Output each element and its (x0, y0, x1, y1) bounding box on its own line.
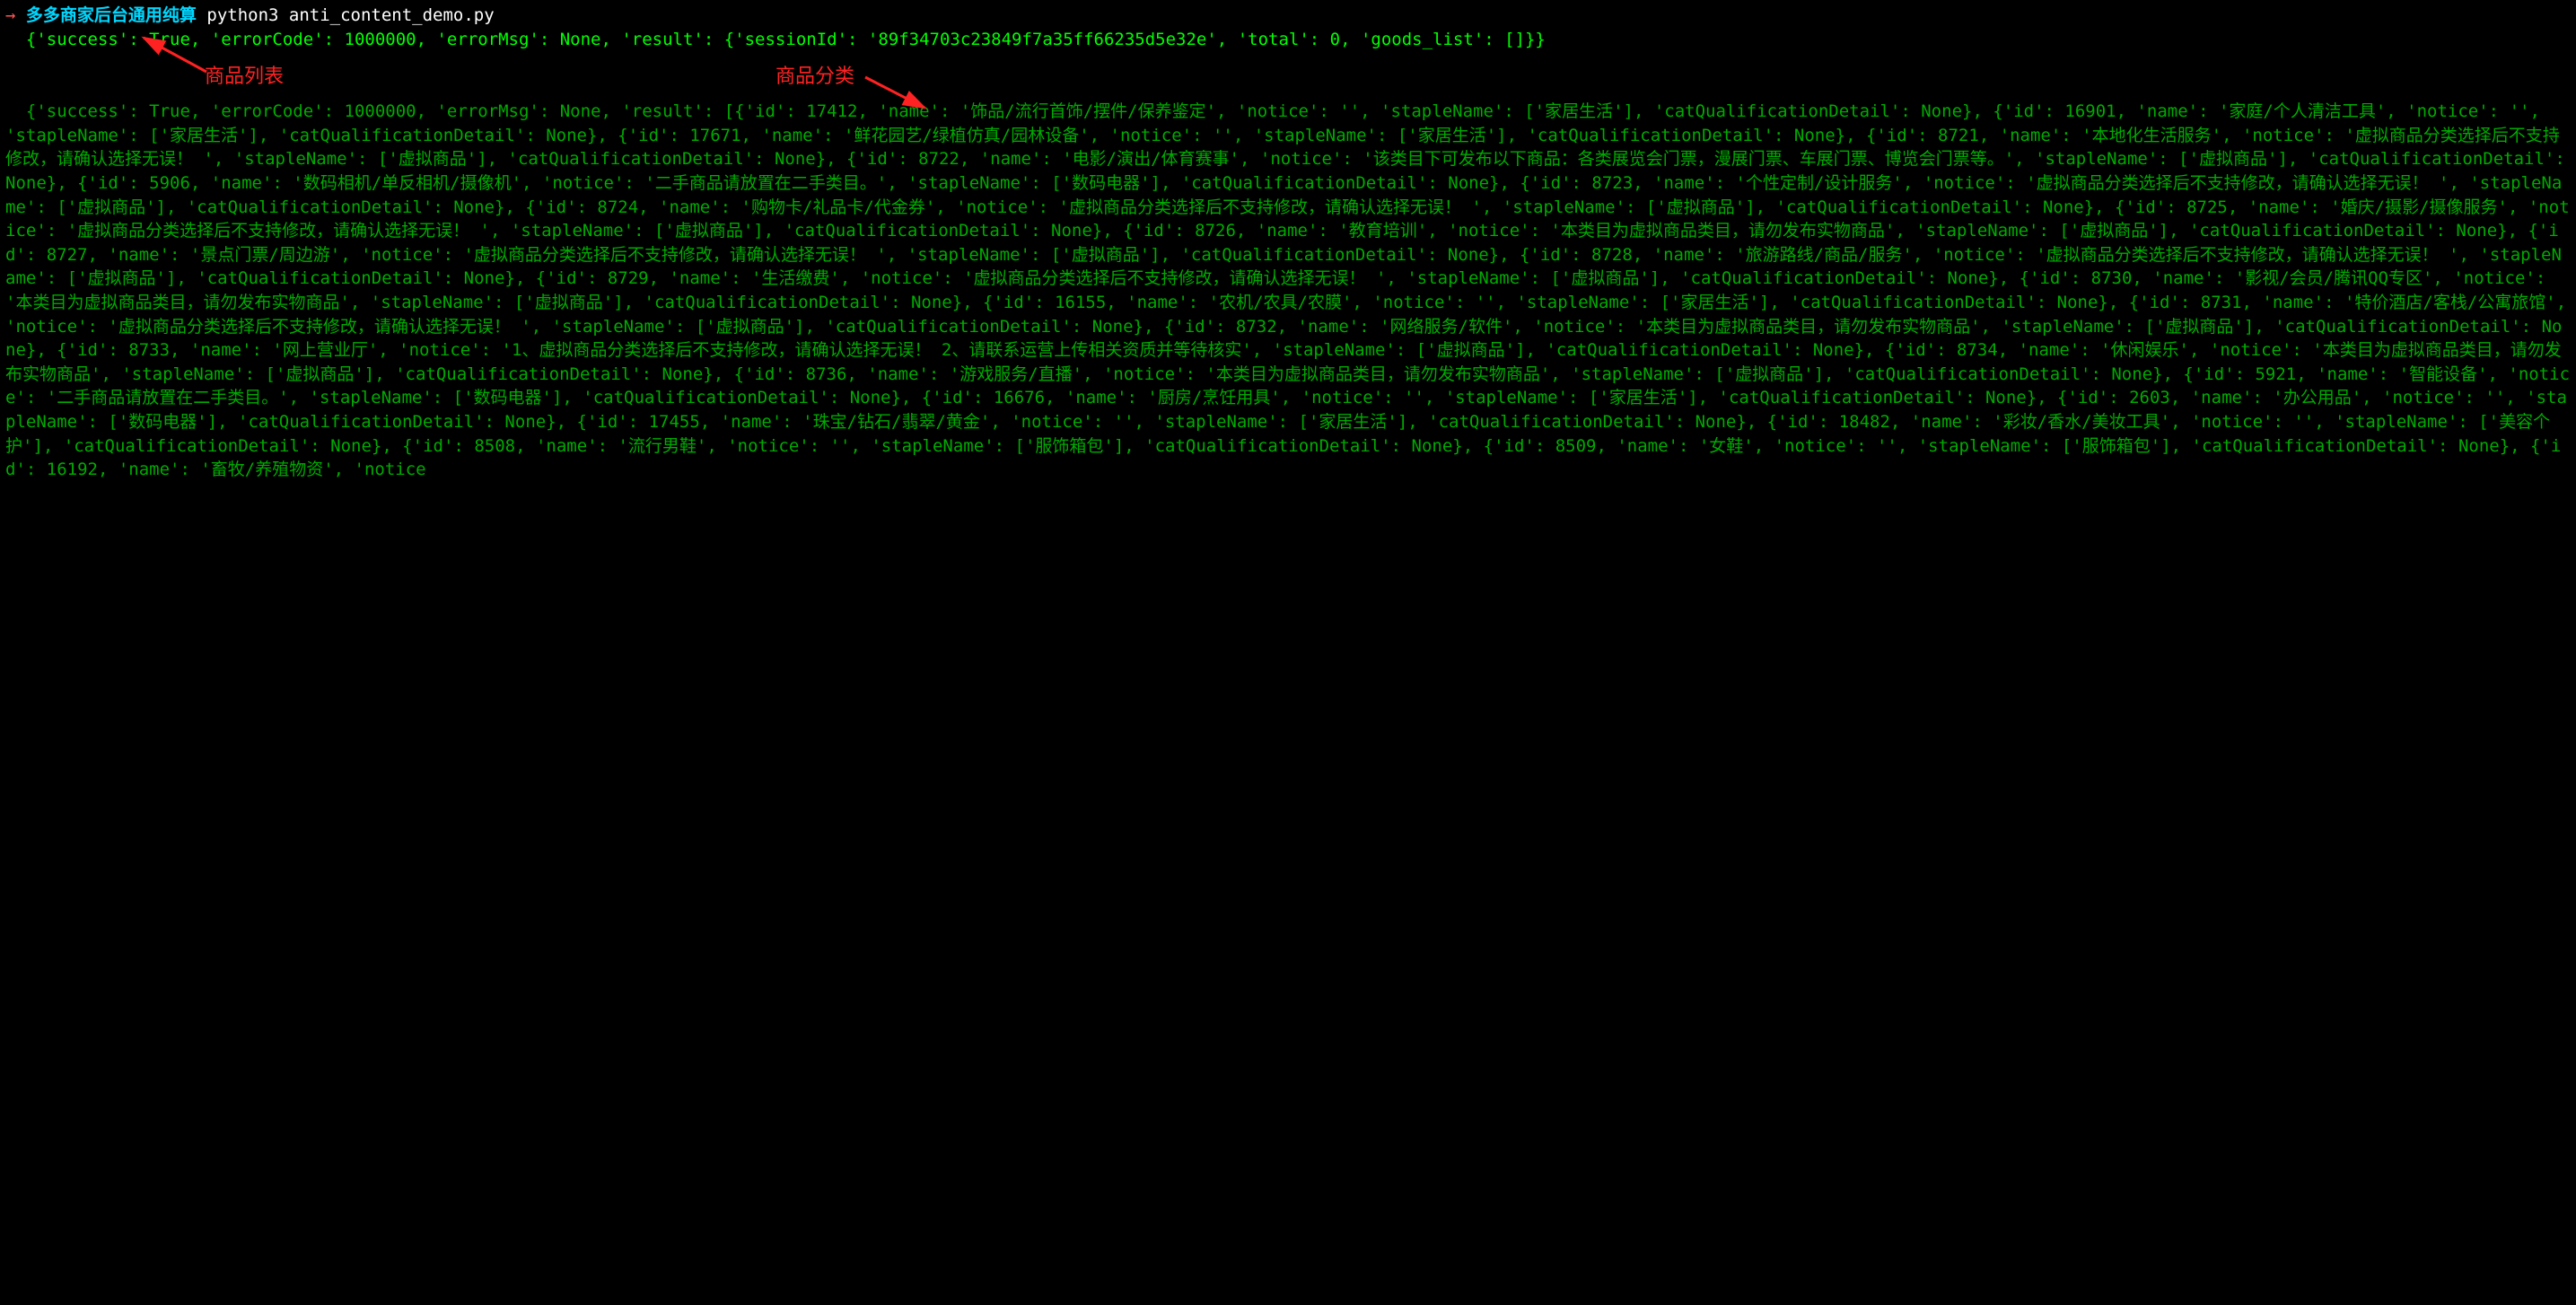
terminal[interactable]: → 多多商家后台通用纯算 python3 anti_content_demo.p… (5, 4, 2571, 482)
output-block-2: {'success': True, 'errorCode': 1000000, … (5, 100, 2571, 482)
prompt-arrow-icon: → (5, 5, 15, 25)
prompt-label: 多多商家后台通用纯算 (26, 5, 197, 25)
prompt-line: → 多多商家后台通用纯算 python3 anti_content_demo.p… (5, 4, 2571, 28)
output-block-1: {'success': True, 'errorCode': 1000000, … (5, 28, 2571, 52)
command-text: python3 anti_content_demo.py (206, 5, 494, 25)
